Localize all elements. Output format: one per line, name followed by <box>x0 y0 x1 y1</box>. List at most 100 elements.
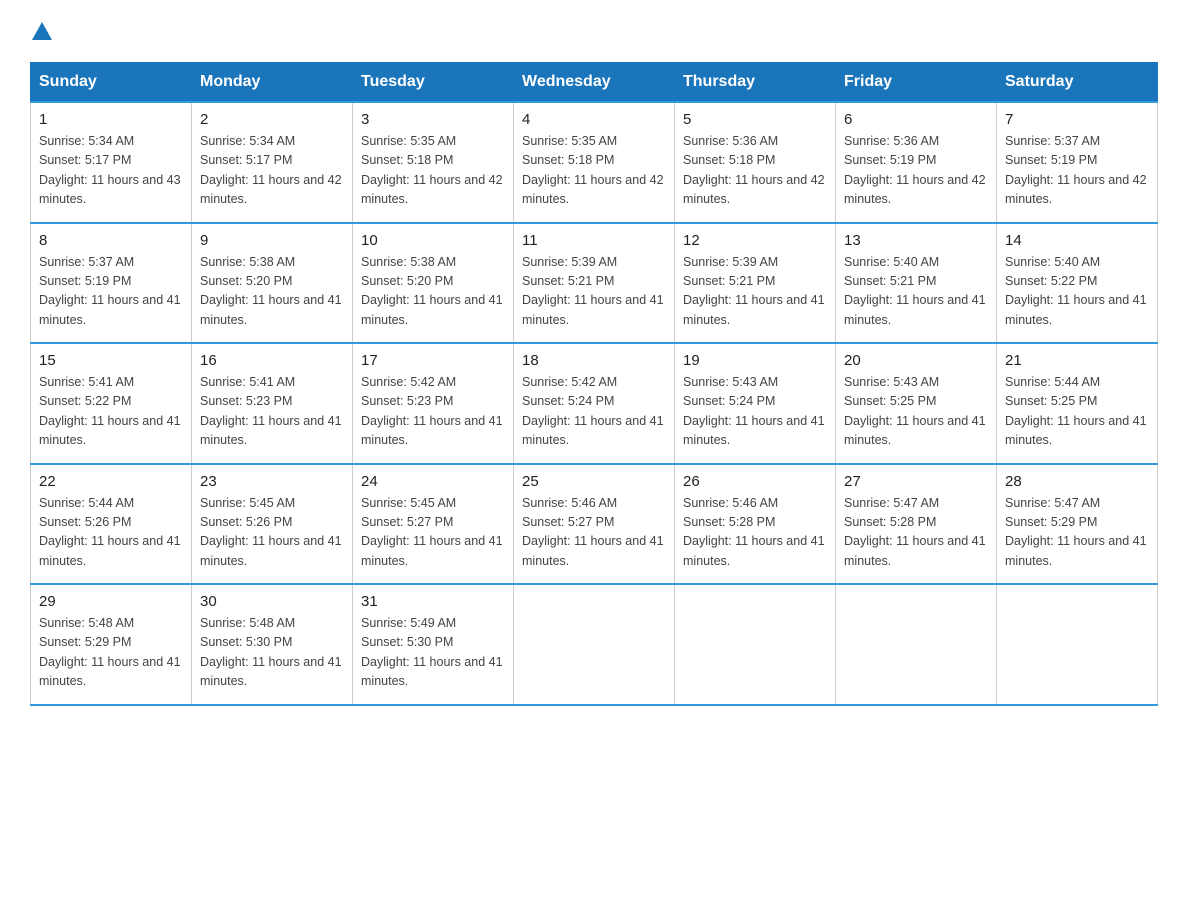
calendar-cell <box>675 584 836 705</box>
calendar-cell: 9 Sunrise: 5:38 AMSunset: 5:20 PMDaylight… <box>192 223 353 344</box>
calendar-cell: 29 Sunrise: 5:48 AMSunset: 5:29 PMDayligh… <box>31 584 192 705</box>
day-number: 11 <box>522 232 666 249</box>
day-number: 28 <box>1005 473 1149 490</box>
day-info: Sunrise: 5:43 AMSunset: 5:25 PMDaylight:… <box>844 373 988 451</box>
calendar-cell: 4Sunrise: 5:35 AMSunset: 5:18 PMDaylight… <box>514 102 675 223</box>
calendar-cell: 20 Sunrise: 5:43 AMSunset: 5:25 PMDayligh… <box>836 343 997 464</box>
day-info: Sunrise: 5:36 AMSunset: 5:19 PMDaylight:… <box>844 132 988 210</box>
calendar-cell: 23Sunrise: 5:45 AMSunset: 5:26 PMDayligh… <box>192 464 353 585</box>
day-number: 13 <box>844 232 988 249</box>
weekday-header-tuesday: Tuesday <box>353 63 514 103</box>
day-info: Sunrise: 5:48 AMSunset: 5:29 PMDaylight:… <box>39 614 183 692</box>
calendar-cell: 15 Sunrise: 5:41 AMSunset: 5:22 PMDayligh… <box>31 343 192 464</box>
day-number: 15 <box>39 352 183 369</box>
day-info: Sunrise: 5:47 AMSunset: 5:28 PMDaylight:… <box>844 494 988 572</box>
day-number: 29 <box>39 593 183 610</box>
page-header <box>30 20 1158 42</box>
day-number: 20 <box>844 352 988 369</box>
day-info: Sunrise: 5:42 AMSunset: 5:23 PMDaylight:… <box>361 373 505 451</box>
calendar-cell <box>514 584 675 705</box>
calendar-cell: 22 Sunrise: 5:44 AMSunset: 5:26 PMDayligh… <box>31 464 192 585</box>
day-info: Sunrise: 5:38 AMSunset: 5:20 PMDaylight:… <box>200 253 344 331</box>
day-info: Sunrise: 5:37 AMSunset: 5:19 PMDaylight:… <box>1005 132 1149 210</box>
day-number: 21 <box>1005 352 1149 369</box>
calendar-cell: 11 Sunrise: 5:39 AMSunset: 5:21 PMDayligh… <box>514 223 675 344</box>
day-info: Sunrise: 5:48 AMSunset: 5:30 PMDaylight:… <box>200 614 344 692</box>
day-number: 22 <box>39 473 183 490</box>
calendar-cell: 2 Sunrise: 5:34 AMSunset: 5:17 PMDaylight… <box>192 102 353 223</box>
day-number: 26 <box>683 473 827 490</box>
day-number: 17 <box>361 352 505 369</box>
calendar-cell: 18 Sunrise: 5:42 AMSunset: 5:24 PMDayligh… <box>514 343 675 464</box>
calendar-cell: 16Sunrise: 5:41 AMSunset: 5:23 PMDayligh… <box>192 343 353 464</box>
calendar-cell: 25 Sunrise: 5:46 AMSunset: 5:27 PMDayligh… <box>514 464 675 585</box>
day-number: 30 <box>200 593 344 610</box>
day-info: Sunrise: 5:45 AMSunset: 5:27 PMDaylight:… <box>361 494 505 572</box>
day-number: 2 <box>200 111 344 128</box>
weekday-header-monday: Monday <box>192 63 353 103</box>
day-info: Sunrise: 5:37 AMSunset: 5:19 PMDaylight:… <box>39 253 183 331</box>
day-info: Sunrise: 5:42 AMSunset: 5:24 PMDaylight:… <box>522 373 666 451</box>
day-info: Sunrise: 5:45 AMSunset: 5:26 PMDaylight:… <box>200 494 344 572</box>
logo <box>30 20 54 42</box>
weekday-header-thursday: Thursday <box>675 63 836 103</box>
calendar-cell: 8 Sunrise: 5:37 AMSunset: 5:19 PMDaylight… <box>31 223 192 344</box>
calendar-week-row: 1 Sunrise: 5:34 AMSunset: 5:17 PMDaylight… <box>31 102 1158 223</box>
day-number: 18 <box>522 352 666 369</box>
day-number: 3 <box>361 111 505 128</box>
day-info: Sunrise: 5:49 AMSunset: 5:30 PMDaylight:… <box>361 614 505 692</box>
day-info: Sunrise: 5:38 AMSunset: 5:20 PMDaylight:… <box>361 253 505 331</box>
calendar-cell <box>997 584 1158 705</box>
day-info: Sunrise: 5:35 AMSunset: 5:18 PMDaylight:… <box>361 132 505 210</box>
calendar-cell: 27Sunrise: 5:47 AMSunset: 5:28 PMDayligh… <box>836 464 997 585</box>
weekday-header-friday: Friday <box>836 63 997 103</box>
calendar-cell: 19 Sunrise: 5:43 AMSunset: 5:24 PMDayligh… <box>675 343 836 464</box>
weekday-header-row: SundayMondayTuesdayWednesdayThursdayFrid… <box>31 63 1158 103</box>
calendar-cell: 5Sunrise: 5:36 AMSunset: 5:18 PMDaylight… <box>675 102 836 223</box>
calendar-cell: 1 Sunrise: 5:34 AMSunset: 5:17 PMDaylight… <box>31 102 192 223</box>
day-info: Sunrise: 5:46 AMSunset: 5:28 PMDaylight:… <box>683 494 827 572</box>
calendar-cell: 30 Sunrise: 5:48 AMSunset: 5:30 PMDayligh… <box>192 584 353 705</box>
day-number: 24 <box>361 473 505 490</box>
day-number: 19 <box>683 352 827 369</box>
calendar-week-row: 29 Sunrise: 5:48 AMSunset: 5:29 PMDayligh… <box>31 584 1158 705</box>
day-number: 4 <box>522 111 666 128</box>
calendar-cell: 24 Sunrise: 5:45 AMSunset: 5:27 PMDayligh… <box>353 464 514 585</box>
calendar-week-row: 22 Sunrise: 5:44 AMSunset: 5:26 PMDayligh… <box>31 464 1158 585</box>
calendar-cell: 12 Sunrise: 5:39 AMSunset: 5:21 PMDayligh… <box>675 223 836 344</box>
calendar-cell: 10 Sunrise: 5:38 AMSunset: 5:20 PMDayligh… <box>353 223 514 344</box>
day-number: 5 <box>683 111 827 128</box>
weekday-header-wednesday: Wednesday <box>514 63 675 103</box>
calendar-cell: 26 Sunrise: 5:46 AMSunset: 5:28 PMDayligh… <box>675 464 836 585</box>
day-info: Sunrise: 5:41 AMSunset: 5:22 PMDaylight:… <box>39 373 183 451</box>
day-number: 8 <box>39 232 183 249</box>
calendar-cell: 31Sunrise: 5:49 AMSunset: 5:30 PMDayligh… <box>353 584 514 705</box>
day-number: 9 <box>200 232 344 249</box>
day-number: 12 <box>683 232 827 249</box>
calendar-cell: 3 Sunrise: 5:35 AMSunset: 5:18 PMDaylight… <box>353 102 514 223</box>
day-info: Sunrise: 5:34 AMSunset: 5:17 PMDaylight:… <box>39 132 183 210</box>
calendar-cell <box>836 584 997 705</box>
calendar-cell: 7 Sunrise: 5:37 AMSunset: 5:19 PMDaylight… <box>997 102 1158 223</box>
day-info: Sunrise: 5:44 AMSunset: 5:26 PMDaylight:… <box>39 494 183 572</box>
day-info: Sunrise: 5:39 AMSunset: 5:21 PMDaylight:… <box>683 253 827 331</box>
day-info: Sunrise: 5:46 AMSunset: 5:27 PMDaylight:… <box>522 494 666 572</box>
day-number: 14 <box>1005 232 1149 249</box>
calendar-table: SundayMondayTuesdayWednesdayThursdayFrid… <box>30 62 1158 706</box>
calendar-week-row: 15 Sunrise: 5:41 AMSunset: 5:22 PMDayligh… <box>31 343 1158 464</box>
day-number: 25 <box>522 473 666 490</box>
day-number: 6 <box>844 111 988 128</box>
day-info: Sunrise: 5:39 AMSunset: 5:21 PMDaylight:… <box>522 253 666 331</box>
day-number: 1 <box>39 111 183 128</box>
logo-triangle-icon <box>31 20 53 42</box>
weekday-header-sunday: Sunday <box>31 63 192 103</box>
day-number: 10 <box>361 232 505 249</box>
day-number: 7 <box>1005 111 1149 128</box>
day-info: Sunrise: 5:47 AMSunset: 5:29 PMDaylight:… <box>1005 494 1149 572</box>
weekday-header-saturday: Saturday <box>997 63 1158 103</box>
calendar-cell: 13Sunrise: 5:40 AMSunset: 5:21 PMDayligh… <box>836 223 997 344</box>
day-number: 16 <box>200 352 344 369</box>
day-info: Sunrise: 5:43 AMSunset: 5:24 PMDaylight:… <box>683 373 827 451</box>
day-info: Sunrise: 5:34 AMSunset: 5:17 PMDaylight:… <box>200 132 344 210</box>
calendar-cell: 28 Sunrise: 5:47 AMSunset: 5:29 PMDayligh… <box>997 464 1158 585</box>
